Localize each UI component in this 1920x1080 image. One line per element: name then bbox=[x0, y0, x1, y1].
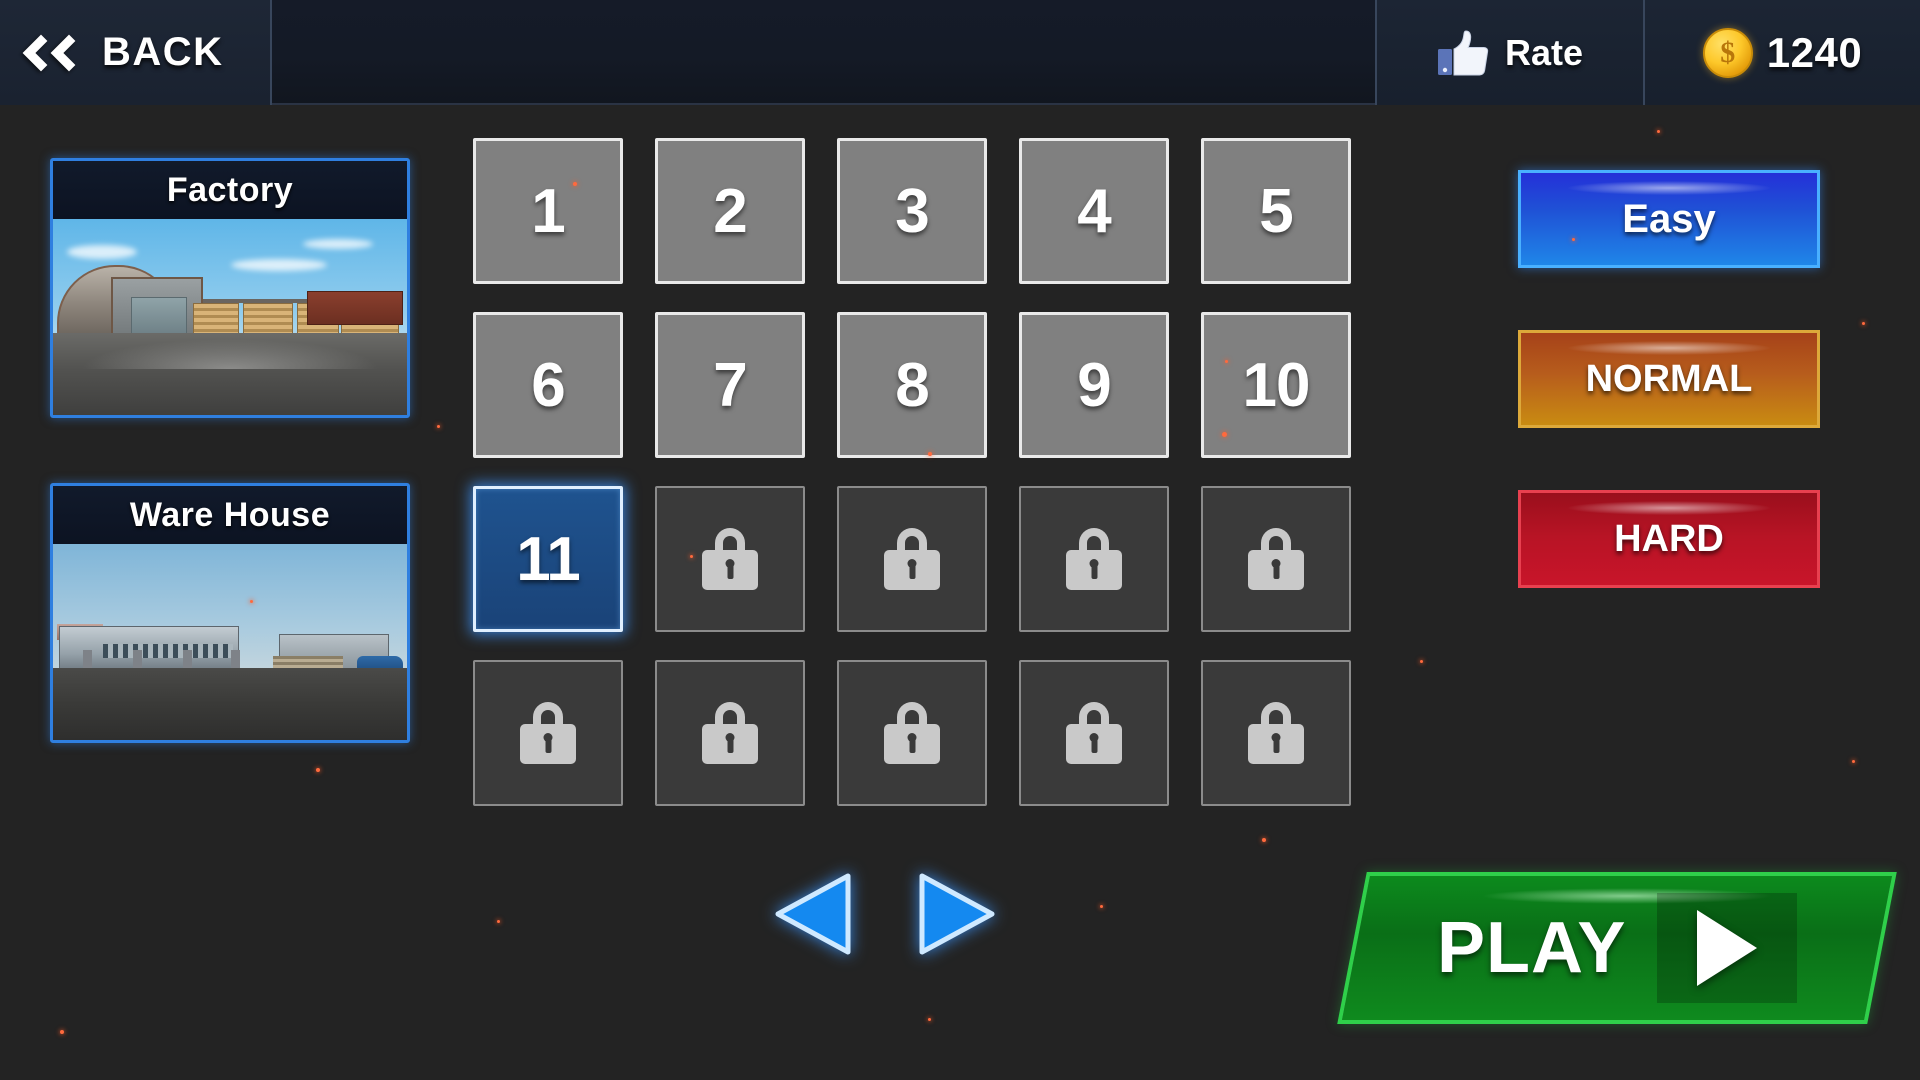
map-title: Ware House bbox=[53, 486, 407, 544]
rate-button-label: Rate bbox=[1504, 31, 1584, 73]
triangle-left-icon bbox=[775, 873, 851, 955]
level-tile-15 bbox=[1201, 486, 1351, 632]
pagination-controls bbox=[770, 868, 1000, 960]
level-tile-14 bbox=[1019, 486, 1169, 632]
padlock-icon bbox=[1066, 528, 1122, 590]
double-chevron-left-icon bbox=[22, 34, 88, 71]
difficulty-label: NORMAL bbox=[1585, 357, 1753, 400]
map-card-factory[interactable]: Factory bbox=[50, 158, 410, 418]
map-thumbnail-warehouse bbox=[53, 544, 407, 740]
map-list: Factory Ware House bbox=[50, 158, 418, 808]
ambient-particle bbox=[1657, 130, 1660, 133]
ambient-particle bbox=[437, 425, 440, 428]
level-tile-7[interactable]: 7 bbox=[655, 312, 805, 458]
play-icon-container bbox=[1656, 893, 1797, 1003]
level-tile-18 bbox=[837, 660, 987, 806]
level-tile-8[interactable]: 8 bbox=[837, 312, 987, 458]
padlock-icon bbox=[1248, 702, 1304, 764]
ambient-particle bbox=[1852, 760, 1855, 763]
difficulty-label: Easy bbox=[1622, 196, 1716, 241]
level-number: 10 bbox=[1242, 350, 1311, 420]
gloss-highlight bbox=[1568, 341, 1770, 355]
play-button[interactable]: PLAY bbox=[1337, 872, 1897, 1024]
level-number: 9 bbox=[1077, 350, 1111, 420]
padlock-icon bbox=[520, 702, 576, 764]
level-tile-12 bbox=[655, 486, 805, 632]
rate-button[interactable]: Rate bbox=[1375, 0, 1645, 105]
level-tile-17 bbox=[655, 660, 805, 806]
ambient-particle bbox=[497, 920, 500, 923]
gold-coin-icon: $ bbox=[1702, 27, 1753, 78]
level-number: 8 bbox=[895, 350, 929, 420]
padlock-icon bbox=[1066, 702, 1122, 764]
gloss-highlight bbox=[1568, 181, 1770, 195]
level-tile-19 bbox=[1019, 660, 1169, 806]
padlock-icon bbox=[884, 702, 940, 764]
map-title: Factory bbox=[53, 161, 407, 219]
level-tile-1[interactable]: 1 bbox=[473, 138, 623, 284]
ambient-particle bbox=[1100, 905, 1103, 908]
level-tile-2[interactable]: 2 bbox=[655, 138, 805, 284]
gloss-highlight bbox=[1568, 501, 1770, 515]
level-tile-13 bbox=[837, 486, 987, 632]
difficulty-easy-button[interactable]: Easy bbox=[1518, 170, 1820, 268]
thumbs-up-icon bbox=[1437, 29, 1489, 75]
prev-page-button[interactable] bbox=[770, 868, 856, 960]
level-tile-3[interactable]: 3 bbox=[837, 138, 987, 284]
map-card-warehouse[interactable]: Ware House bbox=[50, 483, 410, 743]
top-bar: BACK Rate $ 1240 bbox=[0, 0, 1920, 105]
next-page-button[interactable] bbox=[914, 868, 1000, 960]
play-button-label: PLAY bbox=[1437, 908, 1627, 988]
back-button-label: BACK bbox=[102, 30, 224, 74]
level-select-screen: BACK Rate $ 1240 Factory Ware House 1 2 … bbox=[0, 0, 1920, 1080]
triangle-right-icon bbox=[919, 873, 995, 955]
padlock-icon bbox=[884, 528, 940, 590]
play-triangle-icon bbox=[1696, 910, 1757, 986]
level-tile-10[interactable]: 10 bbox=[1201, 312, 1351, 458]
ambient-particle bbox=[60, 1030, 64, 1034]
padlock-icon bbox=[702, 702, 758, 764]
back-button[interactable]: BACK bbox=[0, 0, 272, 105]
map-thumbnail-factory bbox=[53, 219, 407, 415]
coin-counter[interactable]: $ 1240 bbox=[1645, 0, 1920, 105]
level-tile-4[interactable]: 4 bbox=[1019, 138, 1169, 284]
level-number: 5 bbox=[1259, 176, 1293, 246]
difficulty-normal-button[interactable]: NORMAL bbox=[1518, 330, 1820, 428]
level-number: 4 bbox=[1077, 176, 1111, 246]
level-number: 1 bbox=[531, 176, 565, 246]
level-number: 6 bbox=[531, 350, 565, 420]
level-number: 3 bbox=[895, 176, 929, 246]
level-number: 11 bbox=[516, 524, 581, 594]
level-tile-5[interactable]: 5 bbox=[1201, 138, 1351, 284]
coin-amount: 1240 bbox=[1766, 28, 1863, 76]
padlock-icon bbox=[702, 528, 758, 590]
level-grid: 1 2 3 4 5 6 7 8 9 10 11 bbox=[473, 138, 1351, 806]
ambient-particle bbox=[1262, 838, 1266, 842]
difficulty-selector: Easy NORMAL HARD bbox=[1518, 170, 1820, 650]
level-tile-6[interactable]: 6 bbox=[473, 312, 623, 458]
ambient-particle bbox=[1420, 660, 1423, 663]
difficulty-hard-button[interactable]: HARD bbox=[1518, 490, 1820, 588]
level-tile-11[interactable]: 11 bbox=[473, 486, 623, 632]
level-tile-16 bbox=[473, 660, 623, 806]
padlock-icon bbox=[1248, 528, 1304, 590]
level-number: 7 bbox=[713, 350, 747, 420]
ambient-particle bbox=[928, 1018, 931, 1021]
level-number: 2 bbox=[713, 176, 747, 246]
level-tile-20 bbox=[1201, 660, 1351, 806]
level-tile-9[interactable]: 9 bbox=[1019, 312, 1169, 458]
difficulty-label: HARD bbox=[1614, 517, 1724, 560]
ambient-particle bbox=[1862, 322, 1865, 325]
